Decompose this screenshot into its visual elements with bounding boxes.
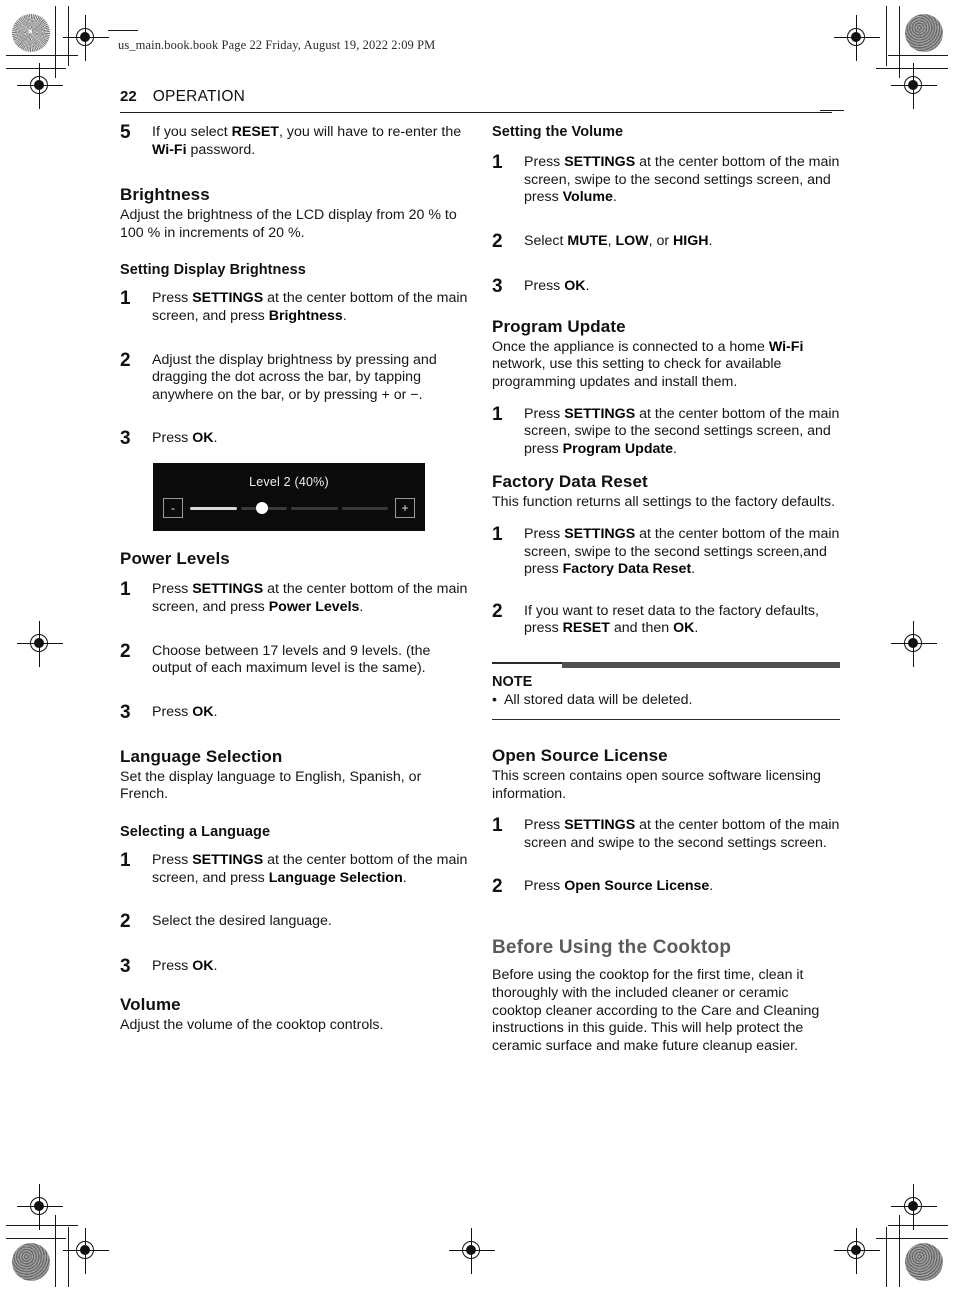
program-update-intro: Once the appliance is connected to a hom… [492, 338, 804, 390]
note-top-rule [492, 661, 840, 668]
section-heading-power-levels: Power Levels [120, 549, 230, 569]
step-text: Select MUTE, LOW, or HIGH. [524, 232, 713, 249]
slider-segment [341, 506, 388, 511]
step-number: 1 [120, 849, 131, 871]
before-using-the-cooktop-body: Before using the cooktop for the first t… [492, 967, 820, 1054]
step-text: If you want to reset data to the factory… [524, 602, 819, 637]
step-item: 1 Press SETTINGS at the center bottom of… [120, 579, 468, 616]
slider-segment [291, 506, 338, 511]
brightness-slider-figure: Level 2 (40%) - + [153, 463, 425, 532]
note-item: • All stored data will be deleted. [492, 692, 840, 710]
note-rule-thick [562, 661, 840, 668]
step-text: Press SETTINGS at the center bottom of t… [152, 290, 468, 324]
volume-intro: Adjust the volume of the cooktop control… [120, 1017, 384, 1034]
document-page: us_main.book.book Page 22 Friday, August… [0, 0, 954, 1293]
section-heading-language-selection: Language Selection [120, 746, 283, 766]
step-number: 2 [120, 349, 131, 371]
step-item: 5 If you select RESET, you will have to … [120, 122, 468, 159]
step-number: 2 [492, 230, 503, 252]
slider-knob[interactable] [256, 502, 269, 515]
subheading-selecting-a-language: Selecting a Language [120, 823, 271, 840]
step-number: 5 [120, 122, 131, 143]
note-title: NOTE [492, 673, 533, 690]
step-text: Press OK. [152, 958, 218, 975]
step-number: 3 [120, 956, 131, 978]
step-number: 1 [492, 403, 503, 425]
factory-data-reset-intro: This function returns all settings to th… [492, 494, 836, 511]
slider-level-label: Level 2 (40%) [249, 475, 329, 490]
step-item: 2 Press Open Source License. [492, 876, 840, 898]
step-item: 3 Press OK. [492, 275, 840, 297]
step-text: Press SETTINGS at the center bottom of t… [524, 817, 840, 851]
step-item: 3 Press OK. [120, 956, 468, 978]
step-number: 2 [492, 876, 503, 898]
minus-button[interactable]: - [163, 498, 183, 519]
page-content: 22 OPERATION 5 If you select RESET, you … [0, 0, 954, 1293]
step-item: 1 Press SETTINGS at the center bottom of… [120, 849, 468, 887]
step-item: 1 Press SETTINGS at the center bottom of… [492, 152, 840, 207]
slider-segment-filled [190, 506, 237, 511]
language-selection-intro: Set the display language to English, Spa… [120, 768, 422, 803]
note-callout: NOTE • All stored data will be deleted. [492, 661, 840, 721]
step-number: 1 [492, 152, 503, 173]
header-rule [120, 112, 832, 114]
step-number: 1 [120, 579, 131, 601]
right-column: Setting the Volume 1 Press SETTINGS at t… [492, 124, 840, 1055]
step-text: If you select RESET, you will have to re… [152, 124, 462, 158]
page-header: 22 OPERATION [120, 88, 832, 114]
section-heading-before-using-the-cooktop: Before Using the Cooktop [492, 937, 732, 959]
slider-row: - + [163, 498, 415, 519]
subheading-setting-the-volume: Setting the Volume [492, 124, 624, 140]
step-text: Press SETTINGS at the center bottom of t… [152, 851, 468, 886]
page-number: 22 [120, 88, 137, 105]
step-text: Press SETTINGS at the center bottom of t… [152, 581, 468, 615]
step-number: 1 [120, 288, 131, 310]
step-item: 2 Select the desired language. [120, 911, 468, 933]
step-text: Press OK. [152, 430, 218, 447]
step-item: 2 If you want to reset data to the facto… [492, 600, 840, 638]
bullet-icon: • [492, 691, 497, 708]
section-heading-brightness: Brightness [120, 185, 210, 205]
step-item: 3 Press OK. [120, 701, 468, 723]
step-number: 2 [492, 600, 503, 622]
open-source-license-intro: This screen contains open source softwar… [492, 768, 821, 802]
step-item: 1 Press SETTINGS at the center bottom of… [120, 288, 468, 325]
step-item: 1 Press SETTINGS at the center bottom of… [492, 815, 840, 852]
step-text: Press Open Source License. [524, 878, 714, 895]
step-text: Select the desired language. [152, 913, 332, 930]
step-text: Press OK. [524, 277, 590, 294]
step-item: 1 Press SETTINGS at the center bottom of… [492, 523, 840, 579]
step-number: 2 [120, 640, 131, 662]
subheading-setting-display-brightness: Setting Display Brightness [120, 262, 306, 279]
section-heading-open-source-license: Open Source License [492, 746, 668, 766]
section-heading-program-update: Program Update [492, 316, 626, 336]
step-number: 1 [492, 815, 503, 837]
step-number: 2 [120, 911, 131, 933]
step-number: 3 [492, 275, 503, 297]
section-heading-factory-data-reset: Factory Data Reset [492, 472, 648, 492]
brightness-intro: Adjust the brightness of the LCD display… [120, 207, 457, 241]
step-number: 3 [120, 701, 131, 723]
running-head: OPERATION [152, 88, 246, 105]
plus-button[interactable]: + [395, 498, 415, 519]
step-text: Press SETTINGS at the center bottom of t… [524, 154, 840, 206]
step-item: 3 Press OK. [120, 428, 468, 450]
slider-track[interactable] [190, 501, 388, 515]
note-item-text: All stored data will be deleted. [503, 691, 693, 708]
step-number: 3 [120, 428, 131, 450]
note-rule-thin [492, 661, 562, 664]
step-item: 2 Select MUTE, LOW, or HIGH. [492, 230, 840, 252]
step-number: 1 [492, 523, 503, 545]
step-text: Adjust the display brightness by pressin… [152, 351, 437, 403]
step-text: Press SETTINGS at the center bottom of t… [524, 525, 840, 578]
left-column: 5 If you select RESET, you will have to … [120, 122, 468, 1035]
step-text: Press OK. [152, 703, 218, 720]
step-item: 2 Adjust the display brightness by press… [120, 349, 468, 405]
step-item: 1 Press SETTINGS at the center bottom of… [492, 403, 840, 459]
section-heading-volume: Volume [120, 995, 181, 1015]
step-item: 2 Choose between 17 levels and 9 levels.… [120, 640, 468, 678]
step-text: Choose between 17 levels and 9 levels. (… [152, 642, 431, 677]
step-text: Press SETTINGS at the center bottom of t… [524, 405, 840, 457]
